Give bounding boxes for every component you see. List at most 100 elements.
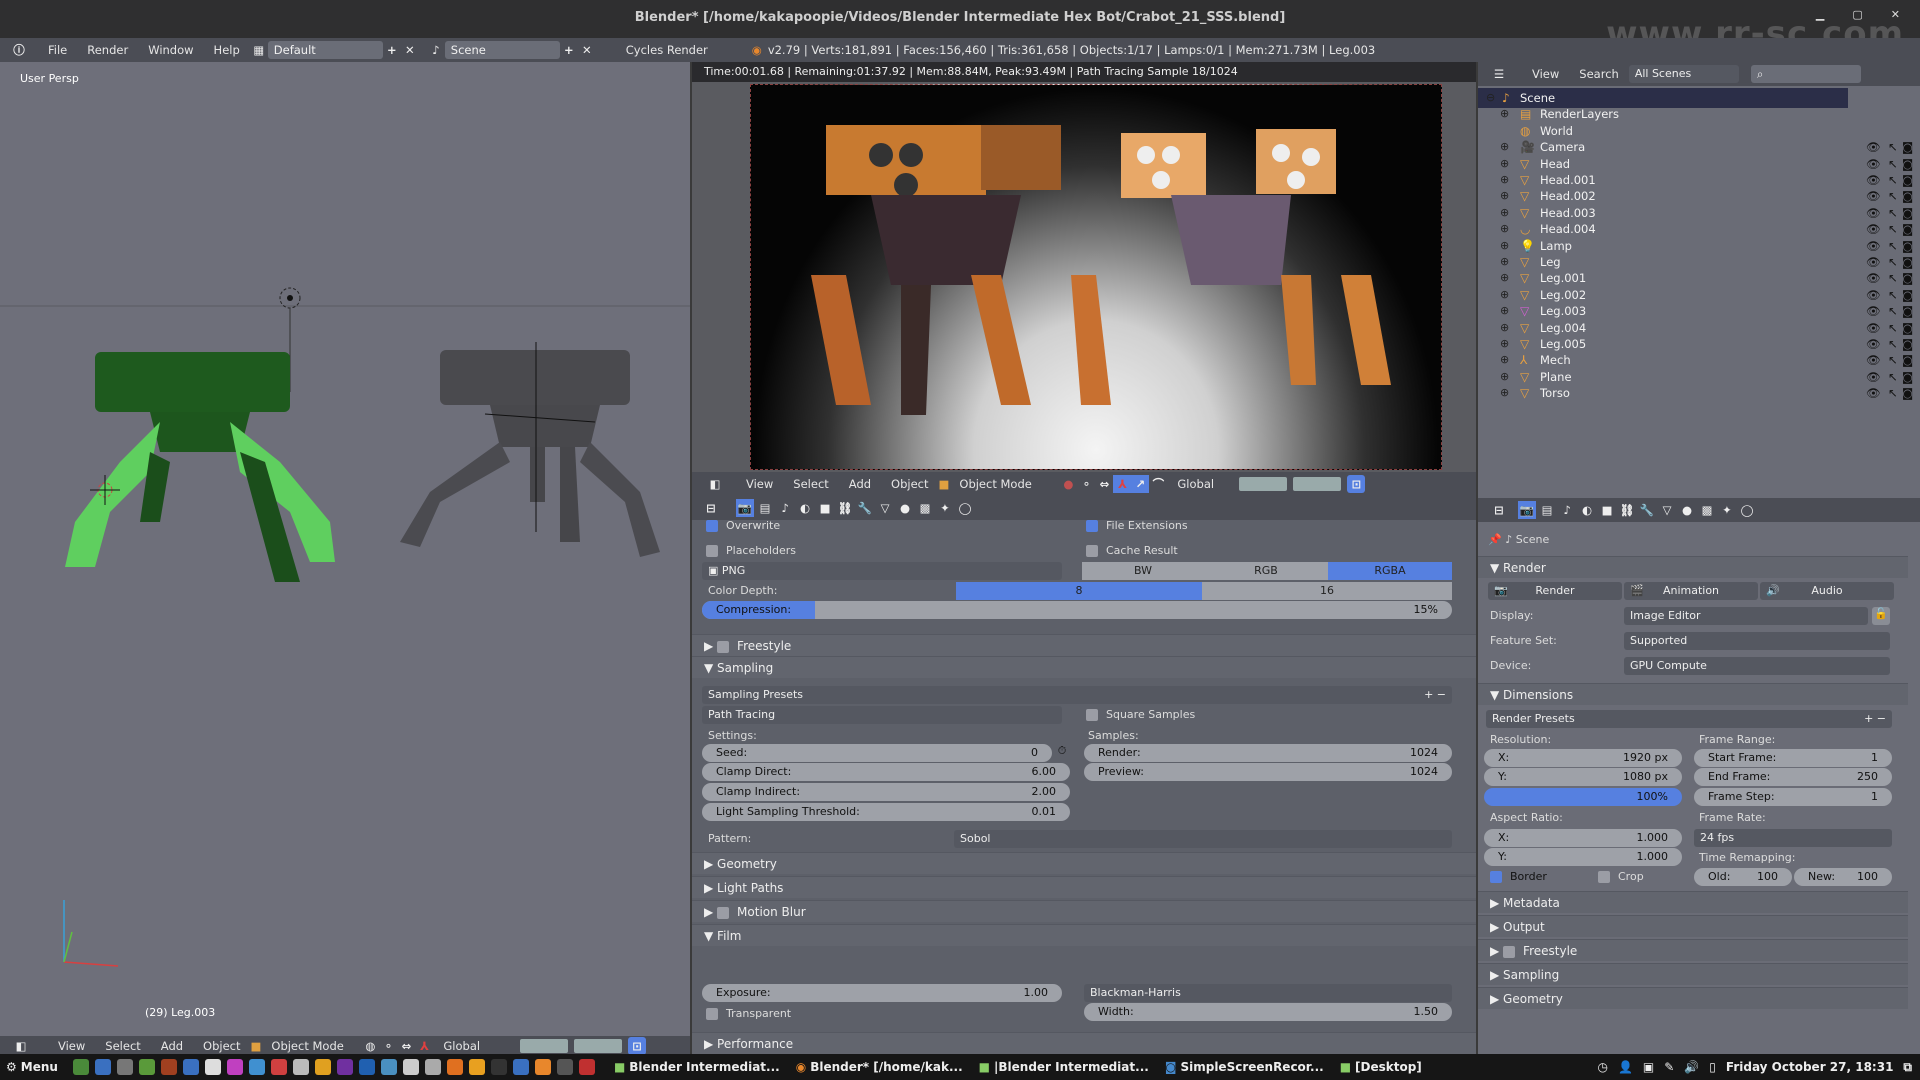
menu-render[interactable]: Render	[77, 43, 138, 57]
resolution-percentage-slider[interactable]: 100%	[1484, 788, 1682, 806]
resolution-x-field[interactable]: X: 1920 px	[1484, 749, 1682, 767]
add-menu[interactable]: Add	[839, 477, 881, 491]
mode-selector[interactable]: Object Mode	[949, 477, 1059, 491]
launcher-icon[interactable]	[116, 1059, 133, 1075]
panel-film[interactable]: ▼ Film	[692, 924, 1476, 946]
file-extensions-checkbox[interactable]: File Extensions	[1086, 520, 1188, 532]
volume-icon[interactable]: 🔊	[1684, 1060, 1699, 1074]
color-mode-bw[interactable]: BW	[1082, 562, 1204, 580]
clamp-direct-field[interactable]: Clamp Direct: 6.00	[702, 763, 1070, 781]
pin-icon[interactable]: 📌	[1488, 533, 1505, 546]
file-format-selector[interactable]: ▣ PNG	[702, 562, 1062, 580]
tab-material-icon[interactable]: ●	[896, 499, 914, 517]
shading-icon[interactable]: ●	[1059, 475, 1077, 493]
taskbar-window-3[interactable]: ■ |Blender Intermediat...	[979, 1060, 1149, 1074]
clipboard-icon[interactable]: ▣	[1643, 1060, 1654, 1074]
object-menu[interactable]: Object	[881, 477, 938, 491]
tab-physics-icon[interactable]: ◯	[956, 499, 974, 517]
placeholders-checkbox[interactable]: Placeholders	[706, 541, 796, 561]
launcher-icon[interactable]	[182, 1059, 199, 1075]
launcher-icon[interactable]	[138, 1059, 155, 1075]
panel-performance[interactable]: ▶ Performance	[692, 1032, 1476, 1054]
panel-geometry[interactable]: ▶ Geometry	[692, 852, 1476, 874]
tab-material-icon[interactable]: ●	[1678, 501, 1696, 519]
add-scene-icon[interactable]: +	[560, 41, 578, 59]
layers-widget-1[interactable]	[520, 1039, 569, 1053]
menu-file[interactable]: File	[38, 43, 77, 57]
render-samples-field[interactable]: Render: 1024	[1084, 744, 1452, 762]
taskbar-window-4[interactable]: ◙ SimpleScreenRecor...	[1165, 1060, 1324, 1074]
manipulator-icon[interactable]: ⇔	[1095, 475, 1113, 493]
panel-metadata[interactable]: ▶ Metadata	[1478, 891, 1908, 913]
launcher-icon[interactable]	[358, 1059, 375, 1075]
launcher-icon[interactable]	[380, 1059, 397, 1075]
tab-render-icon[interactable]: 📷	[1518, 501, 1536, 519]
mode-selector[interactable]: Object Mode	[261, 1039, 361, 1053]
tab-texture-icon[interactable]: ▩	[1698, 501, 1716, 519]
launcher-icon[interactable]	[270, 1059, 287, 1075]
visibility-eye-icon[interactable]: 👁	[1866, 383, 1881, 403]
tab-scene-icon[interactable]: ♪	[1558, 501, 1576, 519]
lock-layers-icon[interactable]: ⊡	[628, 1037, 647, 1055]
tab-world-icon[interactable]: ◐	[796, 499, 814, 517]
taskbar-window-2[interactable]: ◉ Blender* [/home/kak...	[796, 1060, 963, 1074]
tab-physics-icon[interactable]: ◯	[1738, 501, 1756, 519]
user-icon[interactable]: 👤	[1618, 1060, 1633, 1074]
tab-object-icon[interactable]: ■	[816, 499, 834, 517]
frame-step-field[interactable]: Frame Step: 1	[1694, 788, 1892, 806]
layers-widget-2[interactable]	[574, 1039, 623, 1053]
pattern-selector[interactable]: Sobol	[954, 830, 1452, 848]
editor-type-icon[interactable]: ◧	[706, 475, 724, 493]
color-mode-rgba[interactable]: RGBA	[1328, 562, 1452, 580]
tab-data-icon[interactable]: ▽	[1658, 501, 1676, 519]
tab-modifiers-icon[interactable]: 🔧	[856, 499, 874, 517]
crop-checkbox[interactable]: Crop	[1598, 867, 1644, 887]
editor-type-icon[interactable]: ⊟	[1490, 501, 1508, 519]
display-mode-selector[interactable]: All Scenes	[1628, 65, 1739, 83]
color-mode-rgb[interactable]: RGB	[1204, 562, 1328, 580]
menu-help[interactable]: Help	[204, 43, 250, 57]
layers-widget-2[interactable]	[1293, 477, 1342, 491]
frame-rate-selector[interactable]: 24 fps	[1694, 829, 1892, 847]
panel-freestyle[interactable]: ▶ Freestyle	[692, 634, 1476, 656]
clock-icon[interactable]: ◷	[1597, 1060, 1607, 1074]
pen-icon[interactable]: ✎	[1664, 1060, 1674, 1074]
outliner-view-menu[interactable]: View	[1522, 67, 1569, 81]
launcher-icon[interactable]	[314, 1059, 331, 1075]
launcher-icon[interactable]	[424, 1059, 441, 1075]
pivot-icon[interactable]: ⚬	[379, 1037, 397, 1055]
view-menu[interactable]: View	[736, 477, 783, 491]
render-view[interactable]: Time:00:01.68 | Remaining:01:37.92 | Mem…	[692, 62, 1476, 472]
launcher-icon[interactable]	[204, 1059, 221, 1075]
color-depth-16[interactable]: 16	[1202, 582, 1452, 600]
pivot-icon[interactable]: ⚬	[1077, 475, 1095, 493]
orientation-selector[interactable]: Global	[433, 1039, 490, 1053]
seed-field[interactable]: Seed: 0	[702, 744, 1052, 762]
aspect-y-field[interactable]: Y: 1.000	[1484, 848, 1682, 866]
square-samples-checkbox[interactable]: Square Samples	[1086, 705, 1195, 725]
time-new-field[interactable]: New: 100	[1794, 868, 1892, 886]
renderability-camera-icon[interactable]: ◙	[1902, 383, 1913, 403]
animated-seed-icon[interactable]: ⏱	[1054, 744, 1070, 762]
cache-result-checkbox[interactable]: Cache Result	[1086, 541, 1178, 561]
scene-icon[interactable]: ♪	[427, 41, 445, 59]
launcher-icon[interactable]	[94, 1059, 111, 1075]
end-frame-field[interactable]: End Frame: 250	[1694, 768, 1892, 786]
add-remove-preset-icons[interactable]: + −	[1424, 686, 1446, 704]
tab-renderlayers-icon[interactable]: ▤	[756, 499, 774, 517]
launcher-icon[interactable]	[402, 1059, 419, 1075]
panel-render[interactable]: ▼ Render	[1478, 556, 1908, 578]
start-menu-button[interactable]: Menu	[21, 1060, 58, 1074]
feature-set-selector[interactable]: Supported	[1624, 632, 1890, 650]
tab-data-icon[interactable]: ▽	[876, 499, 894, 517]
start-frame-field[interactable]: Start Frame: 1	[1694, 749, 1892, 767]
launcher-icon[interactable]	[72, 1059, 89, 1075]
panel-dimensions[interactable]: ▼ Dimensions	[1478, 683, 1908, 705]
sampling-presets-selector[interactable]: Sampling Presets + −	[702, 686, 1452, 704]
panel-freestyle[interactable]: ▶ Freestyle	[1478, 939, 1908, 961]
panel-light-paths[interactable]: ▶ Light Paths	[692, 876, 1476, 898]
launcher-icon[interactable]	[490, 1059, 507, 1075]
tab-scene-icon[interactable]: ♪	[776, 499, 794, 517]
transparent-checkbox[interactable]: Transparent	[706, 1004, 791, 1024]
filter-type-selector[interactable]: Blackman-Harris	[1084, 984, 1452, 1002]
